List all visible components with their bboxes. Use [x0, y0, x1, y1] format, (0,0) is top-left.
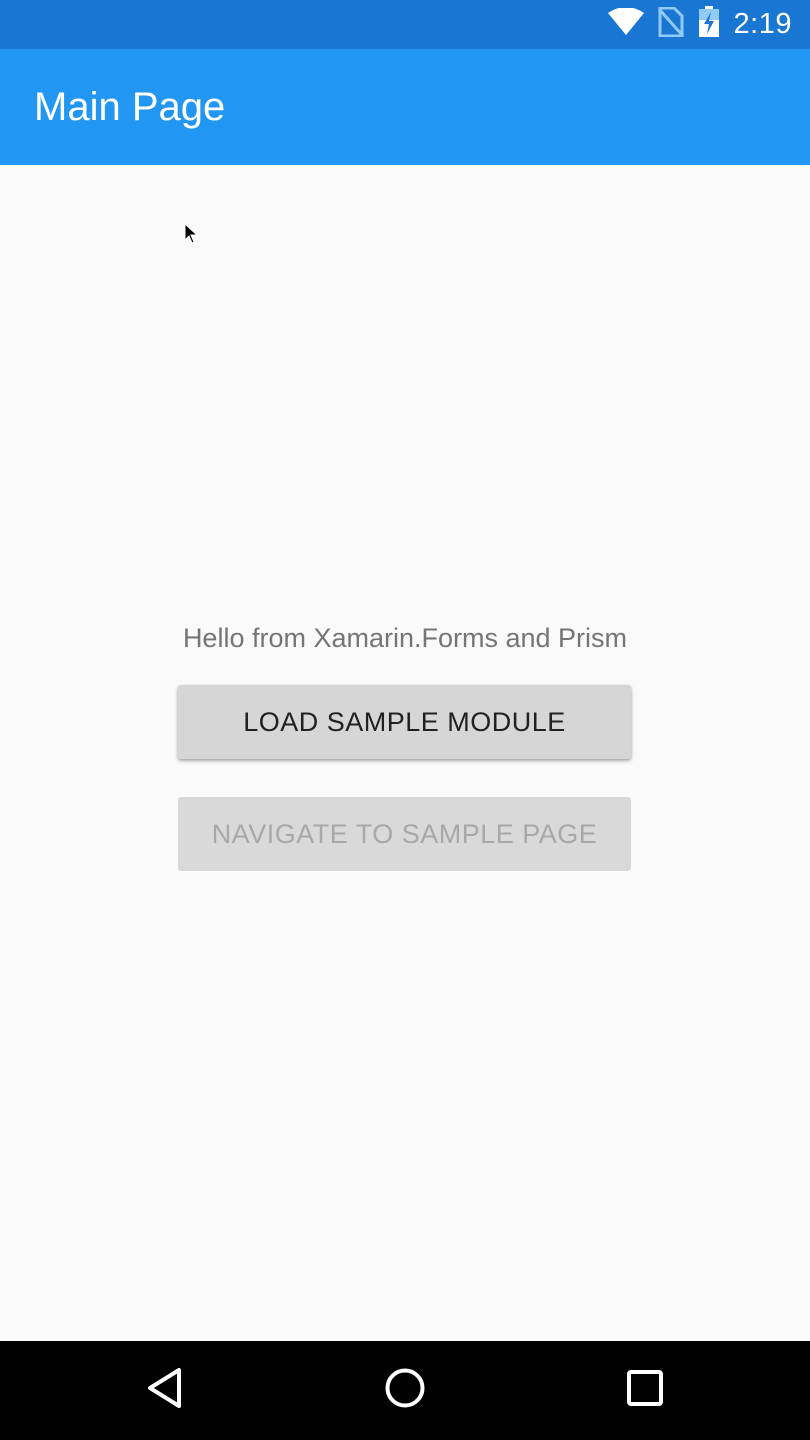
- mouse-pointer-icon: [184, 222, 199, 250]
- navigate-to-sample-page-button[interactable]: NAVIGATE TO SAMPLE PAGE: [178, 797, 631, 871]
- status-time: 2:19: [733, 8, 792, 40]
- no-sim-icon: [657, 6, 684, 42]
- greeting-label: Hello from Xamarin.Forms and Prism: [182, 623, 628, 653]
- load-sample-module-button[interactable]: LOAD SAMPLE MODULE: [178, 685, 631, 759]
- main-content: Hello from Xamarin.Forms and Prism LOAD …: [0, 165, 810, 1341]
- status-bar: 2:19: [0, 0, 810, 49]
- back-icon: [145, 1367, 185, 1414]
- navigation-bar: [0, 1341, 810, 1440]
- page-title: Main Page: [34, 85, 226, 129]
- app-screen: 2:19 Main Page Hello from Xamarin.Forms …: [0, 0, 810, 1440]
- recent-apps-button[interactable]: [585, 1341, 705, 1440]
- battery-charging-icon: [698, 6, 720, 43]
- app-bar: Main Page: [0, 49, 810, 165]
- recent-apps-icon: [626, 1369, 664, 1412]
- wifi-icon: [607, 7, 644, 41]
- home-button[interactable]: [345, 1341, 465, 1440]
- status-icons: 2:19: [594, 0, 792, 49]
- back-button[interactable]: [105, 1341, 225, 1440]
- home-icon: [384, 1367, 426, 1414]
